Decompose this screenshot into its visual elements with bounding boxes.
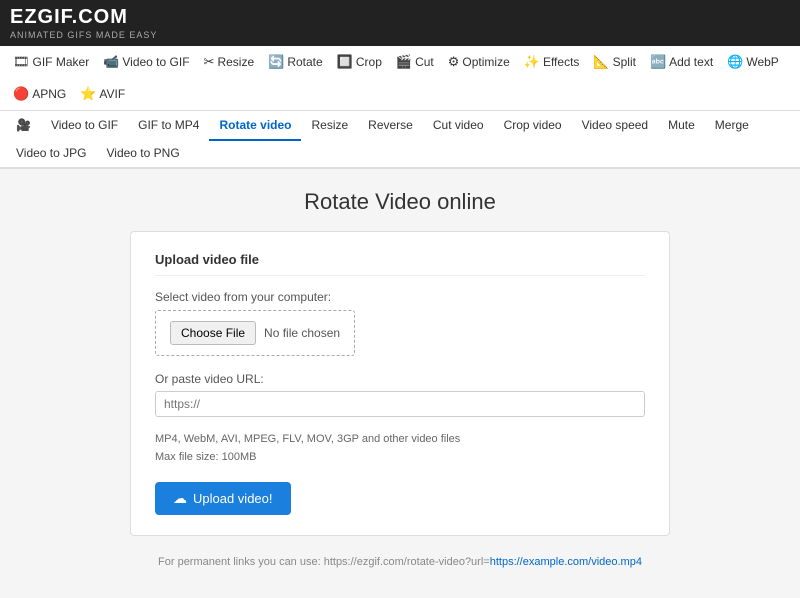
optimize-icon: ⚙ xyxy=(448,54,460,70)
nav-optimize[interactable]: ⚙ Optimize xyxy=(441,46,517,78)
sub-nav-resize[interactable]: Resize xyxy=(301,111,358,141)
nav-split[interactable]: 📐 Split xyxy=(586,46,643,78)
crop-icon: 🔲 xyxy=(337,54,353,70)
gif-maker-icon: 🎞 xyxy=(13,54,30,70)
upload-card-heading: Upload video file xyxy=(155,252,645,276)
effects-icon: ✨ xyxy=(524,54,540,70)
sub-nav-crop-video[interactable]: Crop video xyxy=(494,111,572,141)
apng-icon: 🔴 xyxy=(13,86,29,102)
video-camera-icon: 🎥 xyxy=(16,118,31,132)
sub-nav-video-to-jpg[interactable]: Video to JPG xyxy=(6,139,97,169)
nav-crop[interactable]: 🔲 Crop xyxy=(330,46,389,78)
no-file-text: No file chosen xyxy=(264,326,340,340)
webp-icon: 🌐 xyxy=(727,54,743,70)
nav-add-text[interactable]: 🔤 Add text xyxy=(643,46,720,78)
upload-icon: ☁ xyxy=(173,490,187,507)
choose-file-button[interactable]: Choose File xyxy=(170,321,256,345)
nav-gif-maker[interactable]: 🎞 GIF Maker xyxy=(6,46,96,78)
nav-effects[interactable]: ✨ Effects xyxy=(517,46,587,78)
footer-link[interactable]: https://example.com/video.mp4 xyxy=(490,556,642,568)
cut-icon: 🎬 xyxy=(396,54,412,70)
formats-text: MP4, WebM, AVI, MPEG, FLV, MOV, 3GP and … xyxy=(155,431,645,466)
sub-nav-video-to-gif[interactable]: Video to GIF xyxy=(41,111,128,141)
avif-icon: ⭐ xyxy=(80,86,96,102)
rotate-icon: 🔄 xyxy=(268,54,284,70)
sub-nav-video-icon: 🎥 xyxy=(6,111,41,141)
select-label: Select video from your computer: xyxy=(155,290,645,304)
nav-apng[interactable]: 🔴 APNG xyxy=(6,78,73,110)
upload-button[interactable]: ☁ Upload video! xyxy=(155,482,291,515)
logo-text: EZGIF xyxy=(10,6,72,28)
sub-nav-gif-to-mp4[interactable]: GIF to MP4 xyxy=(128,111,209,141)
sub-nav-mute[interactable]: Mute xyxy=(658,111,705,141)
tagline: ANIMATED GIFS MADE EASY xyxy=(10,30,790,40)
nav-video-to-gif[interactable]: 📹 Video to GIF xyxy=(96,46,196,78)
nav-resize[interactable]: ✂ Resize xyxy=(197,46,262,78)
sub-nav-video-to-png[interactable]: Video to PNG xyxy=(97,139,190,169)
sub-nav-video-speed[interactable]: Video speed xyxy=(572,111,659,141)
logo-bar: EZGIF.COM ANIMATED GIFS MADE EASY xyxy=(0,0,800,46)
nav-webp[interactable]: 🌐 WebP xyxy=(720,46,786,78)
logo: EZGIF.COM xyxy=(10,6,790,29)
nav-rotate[interactable]: 🔄 Rotate xyxy=(261,46,330,78)
file-input-area: Choose File No file chosen xyxy=(155,310,355,356)
add-text-icon: 🔤 xyxy=(650,54,666,70)
sub-nav-cut-video[interactable]: Cut video xyxy=(423,111,494,141)
upload-card: Upload video file Select video from your… xyxy=(130,231,670,536)
resize-icon: ✂ xyxy=(204,54,215,70)
nav-cut[interactable]: 🎬 Cut xyxy=(389,46,441,78)
sub-nav: 🎥 Video to GIF GIF to MP4 Rotate video R… xyxy=(0,111,800,169)
sub-nav-reverse[interactable]: Reverse xyxy=(358,111,423,141)
url-label: Or paste video URL: xyxy=(155,372,645,386)
page-title: Rotate Video online xyxy=(40,189,760,215)
sub-nav-rotate-video[interactable]: Rotate video xyxy=(209,111,301,141)
split-icon: 📐 xyxy=(593,54,609,70)
nav-avif[interactable]: ⭐ AVIF xyxy=(73,78,132,110)
main-nav: 🎞 GIF Maker 📹 Video to GIF ✂ Resize 🔄 Ro… xyxy=(0,46,800,111)
sub-nav-merge[interactable]: Merge xyxy=(705,111,759,141)
content-area: Rotate Video online Upload video file Se… xyxy=(0,169,800,598)
url-input[interactable] xyxy=(155,391,645,417)
footer-note: For permanent links you can use: https:/… xyxy=(40,556,760,578)
video-to-gif-icon: 📹 xyxy=(103,54,119,70)
logo-com: .COM xyxy=(72,6,128,28)
